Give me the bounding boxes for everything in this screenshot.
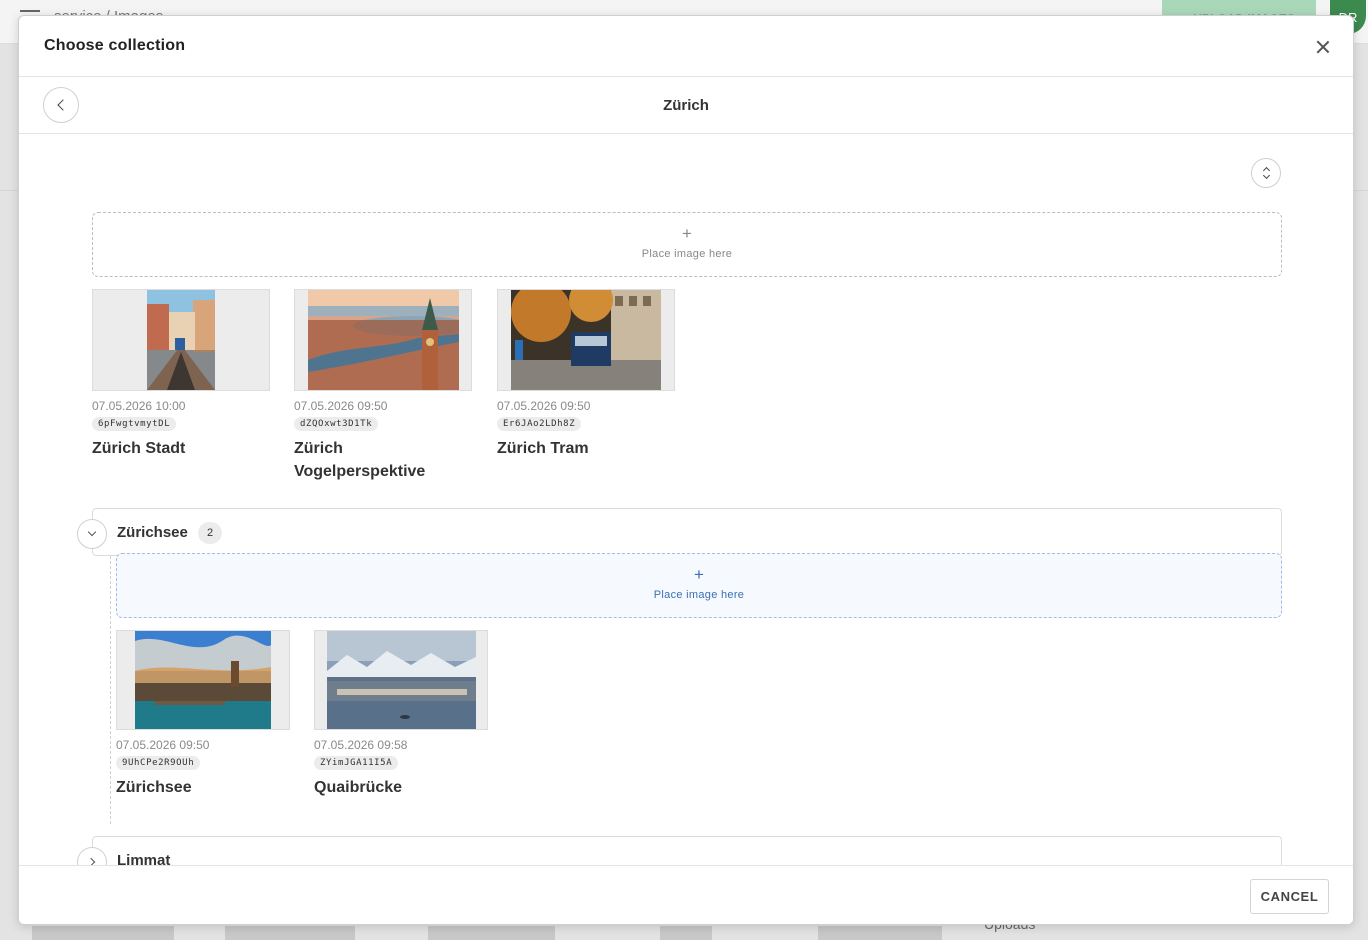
collection-nav: Zürich <box>19 77 1353 134</box>
image-id-badge: 6pFwgtvmytDL <box>92 417 177 431</box>
plus-icon: + <box>694 565 704 584</box>
dropzone-label: Place image here <box>641 248 733 260</box>
cancel-button[interactable]: CANCEL <box>1250 879 1329 914</box>
image-card[interactable]: 07.05.2026 09:50 dZQOxwt3D1Tk Zürich Vog… <box>294 289 474 483</box>
image-id-badge: 9UhCPe2R9OUh <box>116 756 201 770</box>
image-date: 07.05.2026 09:50 <box>116 738 210 752</box>
collection-title: Zürich <box>663 97 709 114</box>
group-tree-line <box>110 556 111 824</box>
sort-icon[interactable] <box>1251 158 1281 188</box>
image-card[interactable]: 07.05.2026 09:50 Er6JAo2LDh8Z Zürich Tra… <box>497 289 677 460</box>
image-date: 07.05.2026 10:00 <box>92 399 186 413</box>
image-name[interactable]: Zürich Tram <box>497 437 667 460</box>
background-thumbnail <box>818 926 942 940</box>
choose-collection-dialog: Choose collection Zürich + Place image h… <box>18 15 1354 925</box>
group-name: Zürichsee <box>117 524 188 541</box>
group-header-zurichsee[interactable]: Zürichsee 2 <box>77 508 1282 556</box>
image-thumbnail[interactable] <box>92 289 270 391</box>
image-id-badge: Er6JAo2LDh8Z <box>497 417 582 431</box>
image-name[interactable]: Quaibrücke <box>314 776 484 799</box>
group-name: Limmat <box>117 852 171 865</box>
image-id-badge: dZQOxwt3D1Tk <box>294 417 379 431</box>
chevron-right-icon[interactable] <box>77 847 107 865</box>
image-date: 07.05.2026 09:58 <box>314 738 408 752</box>
image-card[interactable]: 07.05.2026 09:58 ZYimJGA11I5A Quaibrücke <box>314 630 494 799</box>
image-name[interactable]: Zürich Stadt <box>92 437 262 460</box>
background-thumbnail <box>225 926 355 940</box>
image-id-badge: ZYimJGA11I5A <box>314 756 399 770</box>
image-thumbnail[interactable] <box>314 630 488 730</box>
background-thumbnail <box>32 926 174 940</box>
group-count-badge: 2 <box>198 522 222 544</box>
dialog-body[interactable]: + Place image here 07.05.2026 10:00 6pFw… <box>19 134 1353 865</box>
image-date: 07.05.2026 09:50 <box>294 399 388 413</box>
dropzone-zurichsee[interactable]: + Place image here <box>116 553 1282 618</box>
chevron-down-icon[interactable] <box>77 519 107 549</box>
image-thumbnail[interactable] <box>116 630 290 730</box>
image-date: 07.05.2026 09:50 <box>497 399 591 413</box>
image-name[interactable]: Zürichsee <box>116 776 286 799</box>
dialog-header: Choose collection <box>19 16 1353 77</box>
image-card[interactable]: 07.05.2026 10:00 6pFwgtvmytDL Zürich Sta… <box>92 289 272 460</box>
image-thumbnail[interactable] <box>294 289 472 391</box>
image-card[interactable]: 07.05.2026 09:50 9UhCPe2R9OUh Zürichsee <box>116 630 296 799</box>
background-thumbnail <box>428 926 555 940</box>
image-name[interactable]: Zürich Vogelperspektive <box>294 437 464 483</box>
close-icon[interactable] <box>1311 35 1335 59</box>
group-header-limmat[interactable]: Limmat <box>77 836 1282 865</box>
image-thumbnail[interactable] <box>497 289 675 391</box>
dropzone-label: Place image here <box>653 589 745 601</box>
dropzone-root[interactable]: + Place image here <box>92 212 1282 277</box>
background-thumbnail <box>660 926 712 940</box>
dialog-footer: CANCEL <box>19 865 1353 924</box>
plus-icon: + <box>682 224 692 243</box>
dialog-title: Choose collection <box>44 37 186 54</box>
